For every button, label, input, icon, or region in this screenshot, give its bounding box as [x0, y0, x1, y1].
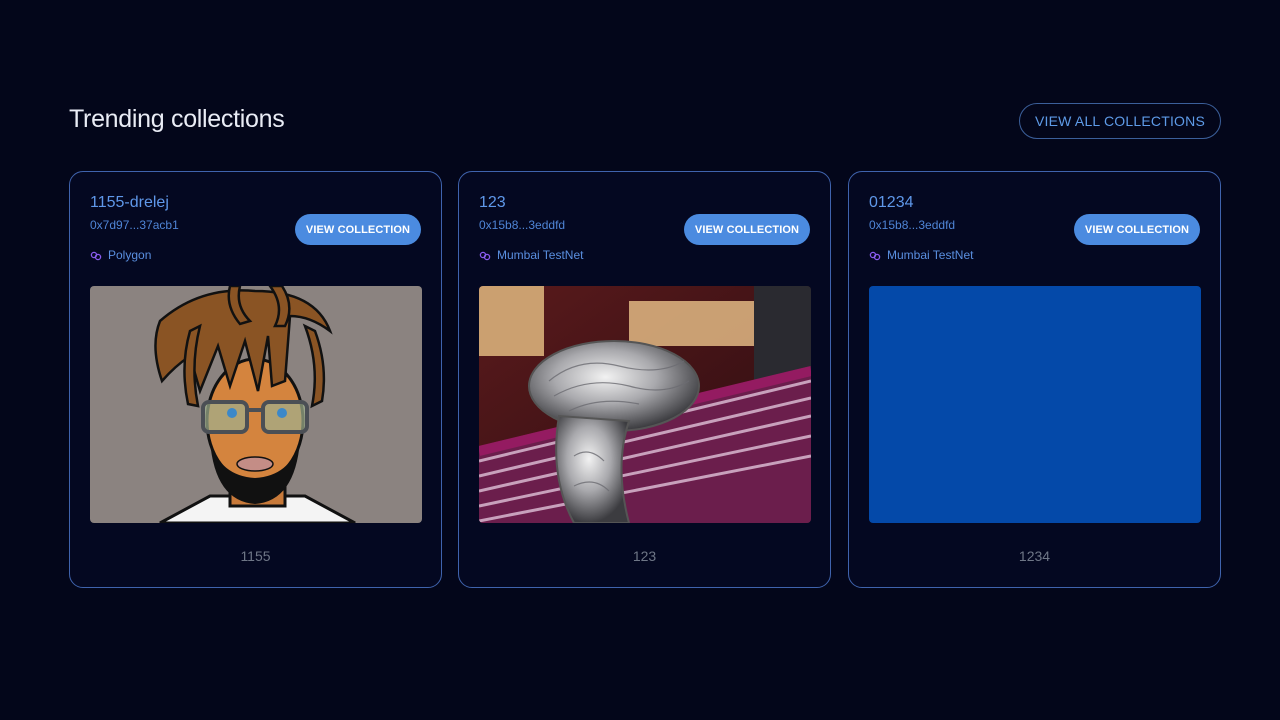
contract-address: 0x7d97...37acb1 — [90, 218, 179, 232]
view-collection-button[interactable]: VIEW COLLECTION — [295, 214, 421, 245]
link-icon — [90, 250, 102, 261]
collection-card[interactable]: 01234 0x15b8...3eddfd Mumbai TestNet VIE… — [848, 171, 1221, 588]
collection-image[interactable] — [90, 286, 422, 523]
section-header: Trending collections VIEW ALL COLLECTION… — [69, 103, 1221, 139]
section-title: Trending collections — [69, 105, 285, 133]
collection-card[interactable]: 123 0x15b8...3eddfd Mumbai TestNet VIEW … — [458, 171, 831, 588]
contract-address: 0x15b8...3eddfd — [869, 218, 956, 232]
chain-label: Mumbai TestNet — [869, 248, 973, 262]
chain-label: Mumbai TestNet — [479, 248, 583, 262]
collection-image[interactable] — [479, 286, 811, 523]
link-icon — [869, 250, 881, 261]
item-count: 1234 — [1018, 548, 1051, 564]
chain-name: Polygon — [108, 248, 152, 262]
view-collection-button[interactable]: VIEW COLLECTION — [684, 214, 810, 245]
collection-name[interactable]: 01234 — [869, 194, 914, 212]
collection-name[interactable]: 1155-drelej — [90, 194, 169, 212]
item-count: 1155 — [240, 548, 271, 564]
link-icon — [479, 250, 491, 261]
view-all-collections-button[interactable]: VIEW ALL COLLECTIONS — [1019, 103, 1221, 139]
view-collection-button[interactable]: VIEW COLLECTION — [1074, 214, 1200, 245]
chain-name: Mumbai TestNet — [887, 248, 974, 262]
chain-name: Mumbai TestNet — [497, 248, 584, 262]
collection-image[interactable] — [869, 286, 1201, 523]
collection-card[interactable]: 1155-drelej 0x7d97...37acb1 Polygon VIEW… — [69, 171, 442, 588]
contract-address: 0x15b8...3eddfd — [479, 218, 566, 232]
item-count: 123 — [632, 548, 657, 564]
collection-name[interactable]: 123 — [479, 194, 506, 212]
collection-cards: 1155-drelej 0x7d97...37acb1 Polygon VIEW… — [69, 171, 1221, 588]
chain-label: Polygon — [90, 248, 151, 262]
